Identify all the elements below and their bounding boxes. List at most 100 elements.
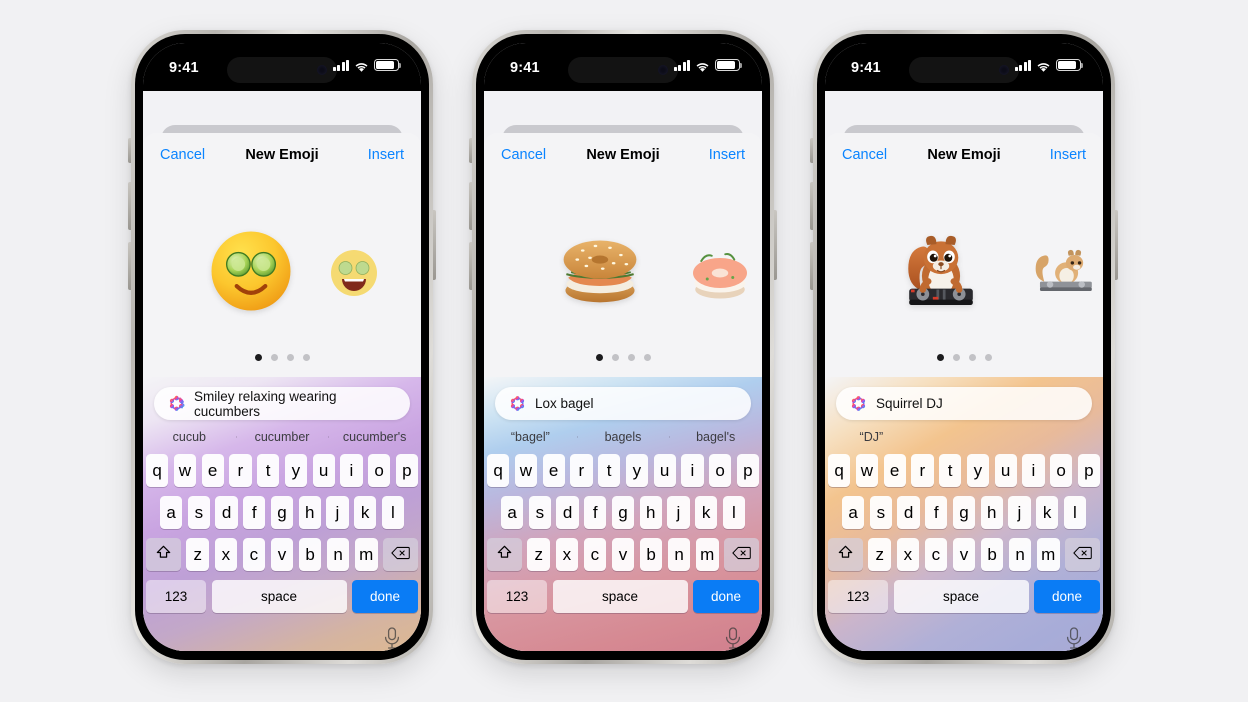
delete-key[interactable] xyxy=(383,538,419,571)
key-t[interactable]: t xyxy=(257,454,280,487)
volume-down-button[interactable] xyxy=(810,242,813,290)
shift-key[interactable] xyxy=(145,538,181,571)
shift-key[interactable] xyxy=(827,538,863,571)
key-e[interactable]: e xyxy=(883,454,906,487)
power-button[interactable] xyxy=(774,210,777,280)
key-v[interactable]: v xyxy=(952,538,976,571)
key-e[interactable]: e xyxy=(542,454,565,487)
key-q[interactable]: q xyxy=(828,454,851,487)
suggestion-item[interactable]: “DJ” xyxy=(825,430,918,444)
key-f[interactable]: f xyxy=(584,496,607,529)
emoji-description-input[interactable]: Lox bagel xyxy=(495,387,751,420)
volume-down-button[interactable] xyxy=(469,242,472,290)
key-l[interactable]: l xyxy=(1063,496,1086,529)
key-m[interactable]: m xyxy=(1036,538,1060,571)
key-k[interactable]: k xyxy=(695,496,718,529)
key-k[interactable]: k xyxy=(354,496,377,529)
suggestion-item[interactable]: bagels xyxy=(576,430,670,444)
generated-emoji-secondary[interactable] xyxy=(1027,244,1099,310)
key-w[interactable]: w xyxy=(855,454,878,487)
volume-up-button[interactable] xyxy=(469,182,472,230)
delete-key[interactable] xyxy=(1065,538,1101,571)
emoji-description-input[interactable]: Smiley relaxing wearing cucumbers xyxy=(154,387,410,420)
key-s[interactable]: s xyxy=(528,496,551,529)
key-z[interactable]: z xyxy=(868,538,892,571)
generated-emoji-primary[interactable] xyxy=(550,234,650,320)
page-dot[interactable] xyxy=(611,354,619,361)
key-n[interactable]: n xyxy=(667,538,691,571)
key-j[interactable]: j xyxy=(1008,496,1031,529)
key-u[interactable]: u xyxy=(312,454,335,487)
generated-emoji-secondary[interactable] xyxy=(686,243,754,311)
key-d[interactable]: d xyxy=(556,496,579,529)
page-dot[interactable] xyxy=(968,354,976,361)
page-dot[interactable] xyxy=(254,354,262,361)
key-o[interactable]: o xyxy=(368,454,391,487)
generated-emoji-primary[interactable] xyxy=(209,229,293,326)
key-m[interactable]: m xyxy=(354,538,378,571)
key-k[interactable]: k xyxy=(1036,496,1059,529)
key-j[interactable]: j xyxy=(667,496,690,529)
page-dot[interactable] xyxy=(270,354,278,361)
volume-up-button[interactable] xyxy=(810,182,813,230)
key-b[interactable]: b xyxy=(639,538,663,571)
silent-switch[interactable] xyxy=(128,138,131,163)
emoji-carousel[interactable] xyxy=(484,177,762,377)
key-b[interactable]: b xyxy=(980,538,1004,571)
key-v[interactable]: v xyxy=(270,538,294,571)
page-dot[interactable] xyxy=(595,354,603,361)
key-e[interactable]: e xyxy=(201,454,224,487)
suggestion-item[interactable]: bagel's xyxy=(669,430,762,444)
page-indicator-dots[interactable] xyxy=(825,354,1103,361)
key-d[interactable]: d xyxy=(215,496,238,529)
key-g[interactable]: g xyxy=(270,496,294,529)
microphone-icon[interactable] xyxy=(383,627,401,649)
silent-switch[interactable] xyxy=(810,138,813,163)
key-d[interactable]: d xyxy=(897,496,920,529)
key-f[interactable]: f xyxy=(925,496,948,529)
key-o[interactable]: o xyxy=(1050,454,1073,487)
key-y[interactable]: y xyxy=(284,454,307,487)
shift-key[interactable] xyxy=(486,538,522,571)
key-v[interactable]: v xyxy=(611,538,635,571)
key-t[interactable]: t xyxy=(939,454,962,487)
key-z[interactable]: z xyxy=(527,538,551,571)
key-g[interactable]: g xyxy=(952,496,976,529)
key-y[interactable]: y xyxy=(966,454,989,487)
key-u[interactable]: u xyxy=(653,454,676,487)
space-key[interactable]: space xyxy=(893,580,1029,613)
space-key[interactable]: space xyxy=(211,580,347,613)
key-n[interactable]: n xyxy=(1008,538,1032,571)
numbers-key[interactable]: 123 xyxy=(487,580,547,613)
key-n[interactable]: n xyxy=(326,538,350,571)
key-h[interactable]: h xyxy=(639,496,662,529)
done-key[interactable]: done xyxy=(1034,580,1100,613)
key-g[interactable]: g xyxy=(611,496,635,529)
numbers-key[interactable]: 123 xyxy=(146,580,206,613)
key-p[interactable]: p xyxy=(1077,454,1100,487)
key-a[interactable]: a xyxy=(501,496,524,529)
key-q[interactable]: q xyxy=(487,454,510,487)
page-dot[interactable] xyxy=(286,354,294,361)
key-r[interactable]: r xyxy=(229,454,252,487)
delete-key[interactable] xyxy=(724,538,760,571)
key-i[interactable]: i xyxy=(681,454,704,487)
key-i[interactable]: i xyxy=(1022,454,1045,487)
page-dot[interactable] xyxy=(984,354,992,361)
generated-emoji-secondary[interactable] xyxy=(329,248,379,306)
silent-switch[interactable] xyxy=(469,138,472,163)
page-dot[interactable] xyxy=(302,354,310,361)
key-p[interactable]: p xyxy=(736,454,759,487)
key-a[interactable]: a xyxy=(160,496,183,529)
done-key[interactable]: done xyxy=(352,580,418,613)
key-c[interactable]: c xyxy=(583,538,607,571)
key-l[interactable]: l xyxy=(722,496,745,529)
microphone-icon[interactable] xyxy=(1065,627,1083,649)
key-o[interactable]: o xyxy=(709,454,732,487)
suggestion-item[interactable]: cucumber xyxy=(235,430,329,444)
key-a[interactable]: a xyxy=(842,496,865,529)
key-s[interactable]: s xyxy=(187,496,210,529)
numbers-key[interactable]: 123 xyxy=(828,580,888,613)
page-dot[interactable] xyxy=(643,354,651,361)
suggestion-item[interactable]: cucumber's xyxy=(328,430,421,444)
